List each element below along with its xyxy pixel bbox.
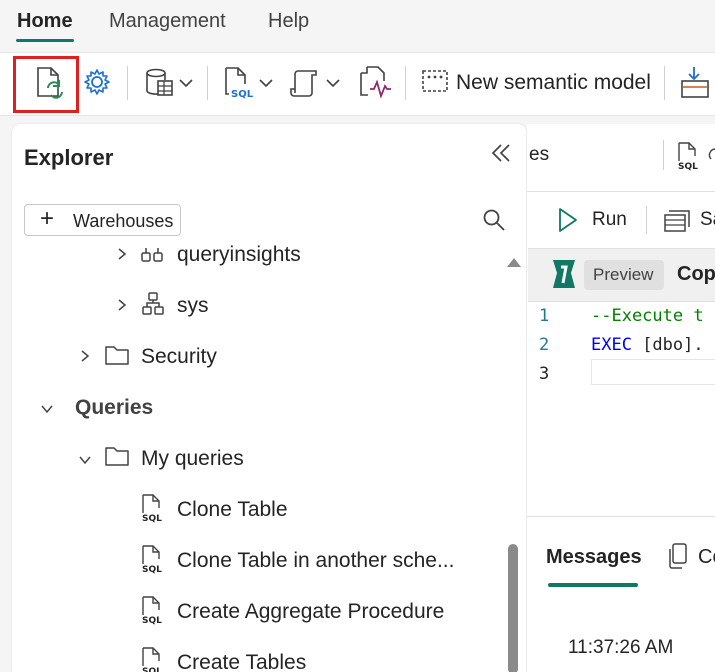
tab-home[interactable]: Home [17,10,73,33]
code-comment[interactable]: --Execute t [591,306,704,326]
sql-file-icon: SQL [141,493,163,528]
tree-label: Security [141,345,217,368]
collapse-panel-icon[interactable] [490,142,512,169]
divider [527,516,715,517]
refresh-highlight-box [13,56,79,113]
svg-text:SQL: SQL [231,89,254,100]
scroll-up-arrow[interactable] [507,258,521,267]
tree-label: Queries [75,396,154,419]
query-activity-icon[interactable] [358,65,392,99]
sql-file-icon: SQL [141,544,163,579]
copy-icon[interactable] [667,542,689,575]
tree-label: Clone Table in another sche... [177,549,455,572]
settings-icon[interactable] [82,67,112,97]
code-text: [dbo]. [631,335,704,355]
run-icon[interactable] [557,206,579,239]
sql-file-icon: SQL [141,595,163,630]
get-data-icon[interactable] [144,67,198,99]
tab-help[interactable]: Help [268,10,309,33]
active-tab-indicator [548,583,638,587]
divider [527,191,715,192]
sql-file-icon: SQL [141,646,163,672]
save-as-button[interactable]: Sa [700,209,715,231]
schema-icon [140,244,164,271]
folder-icon [104,445,130,472]
tree-item-queries[interactable]: Queries [12,383,502,433]
svg-text:SQL: SQL [678,162,698,171]
tab-messages[interactable]: Messages [546,546,642,569]
tab-divider [663,140,664,170]
plus-icon: + [40,205,55,232]
tree-label: My queries [141,447,244,470]
tree-label: Create Aggregate Procedure [177,600,445,623]
tree-item-queryinsights[interactable]: queryinsights [12,230,502,280]
tree-label: queryinsights [177,243,301,266]
toolbar-divider [405,66,406,100]
tree-item-security[interactable]: Security [12,332,502,382]
tree-item-my-queries[interactable]: My queries [12,434,502,484]
semantic-model-icon[interactable] [421,68,449,96]
chevron-down-icon [78,453,92,471]
line-number: 1 [539,306,550,326]
message-timestamp: 11:37:26 AM [568,637,674,658]
copilot-icon[interactable] [547,257,581,296]
tab-second[interactable]: Co [698,546,715,569]
scrollbar-thumb[interactable] [508,544,518,672]
editor-tab-label[interactable]: es [529,144,549,166]
explorer-title: Explorer [24,145,114,170]
warehouses-button-label: Warehouses [73,211,174,231]
chevron-right-icon [116,298,128,317]
tree-item-query[interactable]: SQL Clone Table in another sche... [12,536,502,586]
chevron-right-icon [79,349,91,368]
code-line[interactable]: EXEC [dbo]. [591,335,704,355]
folder-icon [104,344,130,371]
svg-text:SQL: SQL [142,565,162,574]
preview-badge-label: Preview [593,265,654,284]
tree-label: sys [177,294,209,317]
toolbar-divider [127,66,128,100]
tree-item-query[interactable]: SQL Clone Table [12,485,502,535]
tree-label: Clone Table [177,498,288,521]
schema-icon [141,291,165,322]
run-button[interactable]: Run [592,209,627,231]
code-keyword: EXEC [591,335,632,355]
svg-text:SQL: SQL [142,667,162,672]
current-line-highlight[interactable] [591,359,715,385]
line-number: 2 [539,335,550,355]
toolbar-divider [207,66,208,100]
explorer-panel: Explorer + Warehouses queryinsights sys … [12,124,526,672]
line-number: 3 [539,364,550,384]
move-to-icon[interactable] [680,65,715,99]
copilot-label[interactable]: Cop [677,263,715,286]
tree-label: Create Tables [177,651,307,672]
tree-item-sys[interactable]: sys [12,281,502,331]
svg-text:SQL: SQL [142,514,162,523]
new-sql-query-icon[interactable]: SQL [222,66,278,100]
active-tab-indicator [16,39,74,42]
tree-item-query[interactable]: SQL Create Tables [12,638,502,672]
svg-text:SQL: SQL [142,616,162,625]
tree-item-query[interactable]: SQL Create Aggregate Procedure [12,587,502,637]
save-as-icon[interactable] [662,206,692,239]
chevron-right-icon [116,247,128,266]
tab-management[interactable]: Management [109,10,226,33]
chevron-down-icon [40,402,54,420]
toolbar-divider [664,66,665,100]
new-script-icon[interactable] [290,67,346,99]
toolbar-divider [646,206,647,234]
new-semantic-model-button[interactable]: New semantic model [456,71,651,95]
sql-file-icon[interactable]: SQL [677,141,715,176]
